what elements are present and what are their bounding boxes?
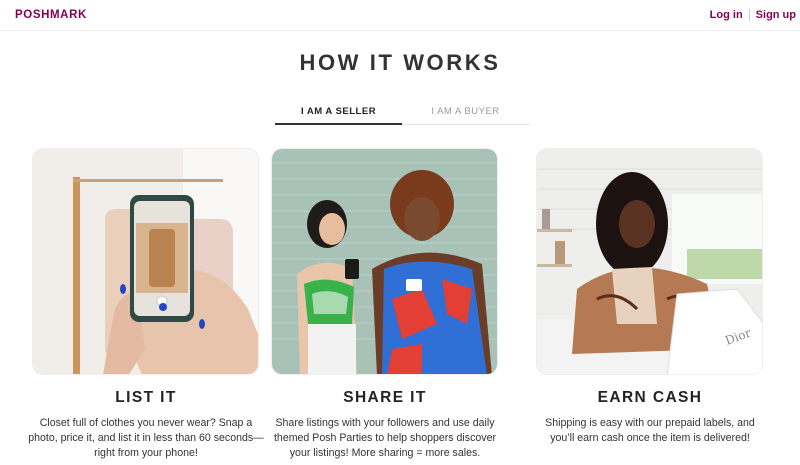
step-card-list-it: LIST IT Closet full of clothes you never… <box>28 148 264 461</box>
top-navigation-bar: POSHMARK Log in Sign up <box>0 0 800 31</box>
login-link[interactable]: Log in <box>710 9 743 21</box>
auth-links: Log in Sign up <box>710 9 796 21</box>
poshmark-logo[interactable]: POSHMARK <box>15 9 87 21</box>
earn-cash-photo: Dior <box>536 148 763 375</box>
step-card-share-it: SHARE IT Share listings with your follow… <box>271 148 499 461</box>
list-it-title: LIST IT <box>115 389 177 406</box>
step-card-earn-cash: Dior EARN CASH Shipping is easy with our… <box>536 148 764 446</box>
role-tabs: I AM A SELLER I AM A BUYER <box>275 101 530 125</box>
signup-link[interactable]: Sign up <box>756 9 796 21</box>
share-it-description: Share listings with your followers and u… <box>273 417 496 459</box>
share-it-title: SHARE IT <box>343 389 427 406</box>
earn-cash-title: EARN CASH <box>597 389 703 406</box>
list-it-photo <box>32 148 259 375</box>
tab-seller[interactable]: I AM A SELLER <box>275 101 402 125</box>
page-title: HOW IT WORKS <box>299 50 501 75</box>
list-it-description: Closet full of clothes you never wear? S… <box>28 417 264 459</box>
earn-cash-description: Shipping is easy with our prepaid labels… <box>545 417 755 444</box>
tab-buyer[interactable]: I AM A BUYER <box>402 101 529 124</box>
auth-divider <box>748 9 750 21</box>
share-it-photo <box>271 148 498 375</box>
